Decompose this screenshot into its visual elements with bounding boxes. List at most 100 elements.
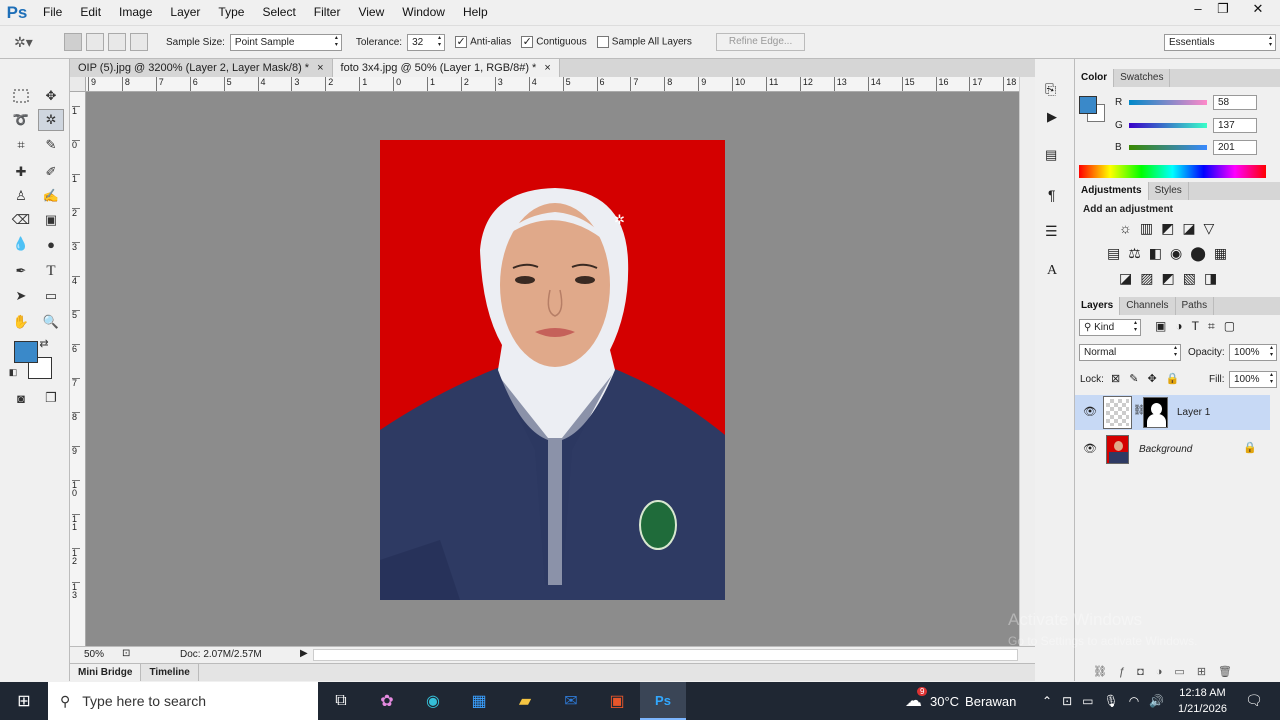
smart-object-filter-icon[interactable]: ▢ [1224, 319, 1244, 333]
color-balance-icon[interactable]: ⚖ [1128, 245, 1149, 261]
foreground-color-preview[interactable] [1079, 96, 1097, 114]
layer-name[interactable]: Layer 1 [1177, 407, 1210, 418]
blur-tool-icon[interactable]: 💧 [8, 233, 34, 255]
fill-input[interactable]: 100% [1229, 371, 1277, 388]
menu-select[interactable]: Select [253, 0, 304, 25]
lock-transparent-icon[interactable]: ⊠ [1111, 373, 1129, 385]
character-icon[interactable]: A [1047, 263, 1057, 279]
swap-colors-icon[interactable]: ⇄ [36, 335, 52, 351]
healing-brush-icon[interactable]: ✚ [8, 161, 34, 183]
menu-image[interactable]: Image [110, 0, 161, 25]
zoom-tool-icon[interactable]: 🔍 [38, 311, 64, 333]
eraser-tool-icon[interactable]: ⌫ [8, 209, 34, 231]
photoshop-taskbar-icon[interactable]: Ps [640, 682, 686, 720]
history-icon[interactable]: ⎘ [1045, 81, 1056, 98]
layer-mask-thumbnail[interactable] [1143, 397, 1168, 428]
tab-foto[interactable]: foto 3x4.jpg @ 50% (Layer 1, RGB/8#) * × [332, 59, 560, 77]
link-layers-icon[interactable]: ⛓ [1093, 666, 1119, 678]
minimize-button[interactable]: – [1185, 0, 1211, 18]
threshold-icon[interactable]: ◩ [1161, 270, 1182, 286]
blue-input[interactable]: 201 [1213, 140, 1257, 155]
invert-icon[interactable]: ◪ [1119, 270, 1140, 286]
new-layer-icon[interactable]: ⊞ [1197, 666, 1218, 678]
visibility-eye-icon[interactable]: 👁 [1083, 442, 1097, 455]
rectangle-tool-icon[interactable]: ▭ [38, 285, 64, 307]
curves-icon[interactable]: ◩ [1161, 220, 1182, 236]
menu-filter[interactable]: Filter [305, 0, 350, 25]
status-menu-arrow-icon[interactable]: ▶ [300, 648, 308, 659]
marquee-tool-icon[interactable] [8, 85, 34, 107]
layer-row[interactable]: 👁 ⛓ Layer 1 [1075, 395, 1270, 430]
blend-mode-select[interactable]: Normal [1079, 344, 1181, 361]
volume-icon[interactable]: 🔊 [1149, 694, 1174, 708]
lock-all-icon[interactable]: 🔒 [1166, 373, 1189, 385]
new-adjustment-icon[interactable]: ◑ [1156, 666, 1175, 678]
adjustment-filter-icon[interactable]: ◑ [1175, 319, 1191, 333]
refine-edge-button[interactable]: Refine Edge... [715, 33, 806, 51]
canvas-area[interactable]: ✲ [86, 92, 1019, 646]
restore-button[interactable]: ❐ [1210, 0, 1236, 18]
tab-color[interactable]: Color [1075, 69, 1115, 87]
type-filter-icon[interactable]: T [1192, 319, 1208, 333]
hand-tool-icon[interactable]: ✋ [8, 311, 34, 333]
layer-name[interactable]: Background [1139, 444, 1192, 455]
tolerance-input[interactable]: 32 [407, 33, 446, 51]
file-explorer-icon[interactable]: ▰ [502, 682, 548, 720]
pen-tool-icon[interactable]: ✒ [8, 260, 34, 282]
tab-paths[interactable]: Paths [1176, 297, 1215, 315]
outlook-icon[interactable]: ✉ [548, 682, 594, 720]
new-group-icon[interactable]: ▭ [1174, 666, 1196, 678]
menu-edit[interactable]: Edit [71, 0, 110, 25]
gradient-tool-icon[interactable]: ▣ [38, 209, 64, 231]
vertical-scrollbar[interactable] [1019, 77, 1035, 646]
battery-icon[interactable]: ▭ [1082, 694, 1103, 708]
sample-size-select[interactable]: Point Sample [229, 33, 342, 51]
opacity-input[interactable]: 100% [1229, 344, 1277, 361]
magic-wand-tool-preset-icon[interactable]: ✲▾ [14, 34, 50, 51]
task-view-icon[interactable]: ⧉ [318, 682, 364, 720]
lasso-tool-icon[interactable]: ➰ [8, 109, 34, 131]
visibility-eye-icon[interactable]: 👁 [1083, 405, 1097, 418]
red-input[interactable]: 58 [1213, 95, 1257, 110]
color-spectrum-ramp[interactable] [1079, 165, 1266, 178]
zoom-level[interactable]: 50% [84, 649, 104, 660]
windows-start-icon[interactable]: ⊞ [0, 682, 48, 720]
default-colors-icon[interactable]: ◧ [6, 365, 20, 379]
wifi-icon[interactable]: ◠ [1129, 694, 1149, 708]
menu-type[interactable]: Type [209, 0, 253, 25]
actions-play-icon[interactable]: ▶ [1047, 109, 1057, 125]
horizontal-scrollbar[interactable] [313, 649, 1018, 661]
hardware-icon[interactable]: ⊡ [1062, 694, 1082, 708]
workspace-select[interactable]: Essentials [1164, 33, 1276, 51]
photo-canvas[interactable] [380, 140, 725, 600]
status-info-icon[interactable]: ⊡ [122, 648, 130, 659]
intersect-selection-icon[interactable] [130, 33, 148, 51]
vibrance-icon[interactable]: ▽ [1204, 220, 1223, 236]
quick-mask-icon[interactable]: ◙ [8, 387, 34, 409]
clone-stamp-icon[interactable]: ♙ [8, 185, 34, 207]
anti-alias-checkbox[interactable]: ✓ Anti-alias [455, 36, 511, 48]
menu-file[interactable]: File [34, 0, 71, 25]
black-white-icon[interactable]: ◧ [1149, 245, 1170, 261]
shape-filter-icon[interactable]: ⌗ [1208, 319, 1224, 333]
notifications-icon[interactable]: 🗨 [1245, 692, 1263, 709]
photo-filter-icon[interactable]: ◉ [1170, 245, 1190, 261]
edge-icon[interactable]: ◉ [410, 682, 456, 720]
contiguous-checkbox[interactable]: ✓ Contiguous [521, 36, 587, 48]
tab-swatches[interactable]: Swatches [1114, 69, 1171, 87]
type-tool-icon[interactable]: T [38, 260, 64, 282]
new-selection-icon[interactable] [64, 33, 82, 51]
screen-mode-icon[interactable]: ❐ [38, 387, 64, 409]
store-icon[interactable]: ▦ [456, 682, 502, 720]
lock-pixels-icon[interactable]: ✎ [1129, 373, 1147, 385]
tab-timeline[interactable]: Timeline [141, 664, 199, 681]
tab-adjustments[interactable]: Adjustments [1075, 182, 1149, 200]
tab-mini-bridge[interactable]: Mini Bridge [70, 664, 142, 681]
layer-row[interactable]: 👁 Background 🔒 [1075, 432, 1270, 467]
brush-tool-icon[interactable]: ✐ [38, 161, 64, 183]
add-selection-icon[interactable] [86, 33, 104, 51]
tab-layers[interactable]: Layers [1075, 297, 1121, 315]
exposure-icon[interactable]: ◪ [1182, 220, 1203, 236]
selective-color-icon[interactable]: ▧ [1183, 270, 1204, 286]
crop-tool-icon[interactable]: ⌗ [8, 134, 34, 156]
